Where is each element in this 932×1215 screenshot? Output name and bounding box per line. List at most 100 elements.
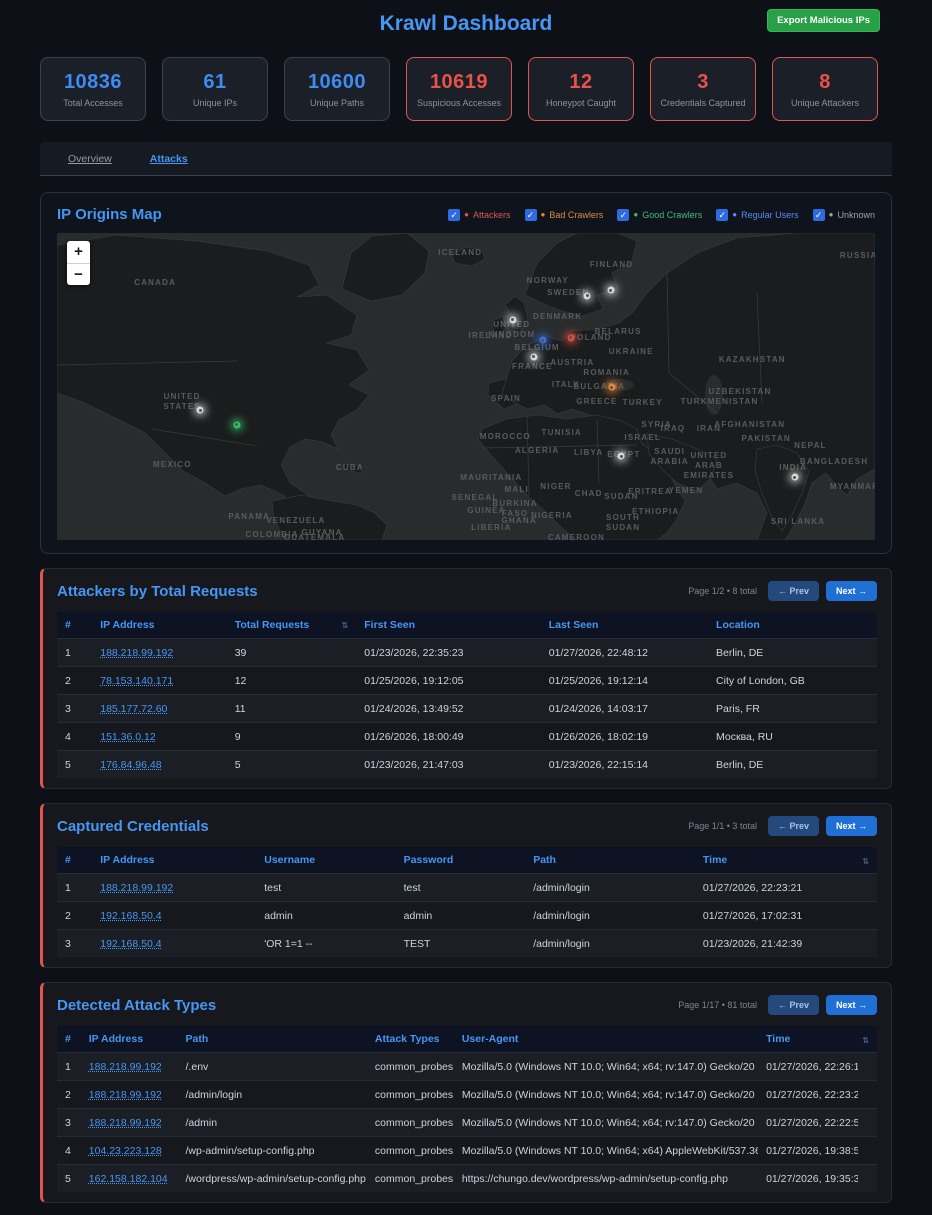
rank-cell: 4	[57, 1137, 81, 1165]
page-title: Krawl Dashboard	[380, 12, 553, 36]
attack-types-cell: common_probes	[367, 1053, 454, 1081]
path-cell: /admin/login	[525, 902, 695, 930]
legend-checkbox[interactable]: ✓	[716, 209, 728, 221]
map-marker-unknown[interactable]	[197, 407, 204, 414]
ip-link[interactable]: 188.218.99.192	[89, 1061, 162, 1073]
page-info: Page 1/2 • 8 total	[688, 586, 757, 596]
ip-link[interactable]: 151.36.0.12	[100, 731, 155, 743]
ip-link[interactable]: 192.168.50.4	[100, 910, 161, 922]
stats-row: 10836 Total Accesses 61 Unique IPs 10600…	[40, 57, 878, 121]
stat-card: 10836 Total Accesses	[40, 57, 146, 121]
path-cell: /admin/login	[178, 1081, 367, 1109]
attack-types-cell: common_probes	[367, 1109, 454, 1137]
legend-checkbox[interactable]: ✓	[525, 209, 537, 221]
world-map-svg	[57, 233, 875, 540]
map-marker-good-crawler[interactable]	[233, 421, 240, 428]
location-cell: Berlin, DE	[708, 639, 877, 667]
legend-dot-icon: ●	[829, 210, 834, 219]
attackers-pager: Page 1/2 • 8 total ← Prev Next →	[688, 581, 877, 601]
prev-page-button[interactable]: ← Prev	[768, 816, 819, 836]
requests-cell: 39	[227, 639, 357, 667]
rank-cell: 4	[57, 723, 92, 751]
export-malicious-ips-button[interactable]: Export Malicious IPs	[767, 9, 880, 32]
map-marker-unknown[interactable]	[530, 353, 537, 360]
table-row: 3 192.168.50.4 'OR 1=1 -- TEST /admin/lo…	[57, 930, 877, 958]
last-seen-cell: 01/24/2026, 14:03:17	[541, 695, 708, 723]
sort-icon[interactable]: ⇅	[862, 1036, 869, 1045]
prev-page-button[interactable]: ← Prev	[768, 581, 819, 601]
legend-label: Regular Users	[741, 210, 799, 220]
map-legend-item[interactable]: ✓ ● Attackers	[448, 209, 510, 221]
path-cell: /.env	[178, 1053, 367, 1081]
legend-checkbox[interactable]: ✓	[813, 209, 825, 221]
credentials-pager: Page 1/1 • 3 total ← Prev Next →	[688, 816, 877, 836]
user-agent-cell: Mozilla/5.0 (Windows NT 10.0; Win64; x64…	[454, 1109, 758, 1137]
sort-icon[interactable]: ⇅	[862, 857, 869, 866]
map-marker-unknown[interactable]	[791, 474, 798, 481]
zoom-out-button[interactable]: −	[67, 263, 90, 285]
first-seen-cell: 01/26/2026, 18:00:49	[356, 723, 541, 751]
ip-link[interactable]: 176.84.96.48	[100, 759, 161, 771]
ip-link[interactable]: 185.177.72.60	[100, 703, 167, 715]
ip-link[interactable]: 188.218.99.192	[100, 647, 173, 659]
ip-link[interactable]: 78.153.140.171	[100, 675, 173, 687]
map-marker-regular-user[interactable]	[539, 337, 546, 344]
rank-cell: 5	[57, 751, 92, 779]
table-row: 2 78.153.140.171 12 01/25/2026, 19:12:05…	[57, 667, 877, 695]
next-page-button[interactable]: Next →	[826, 581, 877, 601]
time-cell: 01/27/2026, 17:02:31	[695, 902, 859, 930]
map-legend-item[interactable]: ✓ ● Bad Crawlers	[525, 209, 604, 221]
ip-link[interactable]: 188.218.99.192	[100, 882, 173, 894]
stat-value: 61	[203, 71, 226, 94]
tab-attacks[interactable]: Attacks	[150, 153, 188, 165]
ip-link[interactable]: 188.218.99.192	[89, 1117, 162, 1129]
map-marker-unknown[interactable]	[618, 453, 625, 460]
stat-label: Suspicious Accesses	[417, 98, 501, 108]
legend-checkbox[interactable]: ✓	[448, 209, 460, 221]
world-map[interactable]: CANADA ICELAND UNITED STATES MEXICO CUBA…	[57, 233, 875, 540]
map-marker-bad-crawler[interactable]	[608, 384, 615, 391]
last-seen-cell: 01/23/2026, 22:15:14	[541, 751, 708, 779]
sort-icon[interactable]: ⇅	[342, 621, 349, 630]
map-marker-unknown[interactable]	[607, 287, 614, 294]
rank-cell: 3	[57, 695, 92, 723]
col-total-requests: Total Requests⇅	[227, 612, 357, 639]
zoom-in-button[interactable]: +	[67, 241, 90, 263]
legend-label: Attackers	[473, 210, 511, 220]
last-seen-cell: 01/25/2026, 19:12:14	[541, 667, 708, 695]
col-ip: IP Address	[92, 847, 256, 874]
ip-link[interactable]: 188.218.99.192	[89, 1089, 162, 1101]
legend-checkbox[interactable]: ✓	[617, 209, 629, 221]
map-legend: ✓ ● Attackers ✓ ● Bad Crawlers ✓ ● Good …	[448, 209, 875, 221]
attack-types-cell: common_probes	[367, 1137, 454, 1165]
prev-page-button[interactable]: ← Prev	[768, 995, 819, 1015]
map-marker-attacker[interactable]	[567, 334, 574, 341]
col-path: Path	[525, 847, 695, 874]
table-row: 5 176.84.96.48 5 01/23/2026, 21:47:03 01…	[57, 751, 877, 779]
path-cell: /admin/login	[525, 874, 695, 902]
col-last-seen: Last Seen	[541, 612, 708, 639]
map-marker-unknown[interactable]	[584, 292, 591, 299]
path-cell: /admin/login	[525, 930, 695, 958]
tab-overview[interactable]: Overview	[68, 153, 112, 165]
stat-card: 8 Unique Attackers	[772, 57, 878, 121]
first-seen-cell: 01/23/2026, 22:35:23	[356, 639, 541, 667]
rank-cell: 2	[57, 1081, 81, 1109]
next-page-button[interactable]: Next →	[826, 995, 877, 1015]
map-legend-item[interactable]: ✓ ● Good Crawlers	[617, 209, 702, 221]
stat-label: Unique Attackers	[791, 98, 859, 108]
col-rank: #	[57, 1026, 81, 1053]
last-seen-cell: 01/27/2026, 22:48:12	[541, 639, 708, 667]
map-marker-unknown[interactable]	[509, 316, 516, 323]
next-page-button[interactable]: Next →	[826, 816, 877, 836]
col-ip: IP Address	[81, 1026, 178, 1053]
map-legend-item[interactable]: ✓ ● Unknown	[813, 209, 875, 221]
ip-link[interactable]: 104.23.223.128	[89, 1145, 162, 1157]
stat-value: 3	[697, 71, 709, 94]
stat-value: 10836	[64, 71, 122, 94]
ip-link[interactable]: 162.158.182.104	[89, 1173, 168, 1185]
stat-card: 61 Unique IPs	[162, 57, 268, 121]
ip-link[interactable]: 192.168.50.4	[100, 938, 161, 950]
legend-label: Good Crawlers	[642, 210, 702, 220]
map-legend-item[interactable]: ✓ ● Regular Users	[716, 209, 798, 221]
